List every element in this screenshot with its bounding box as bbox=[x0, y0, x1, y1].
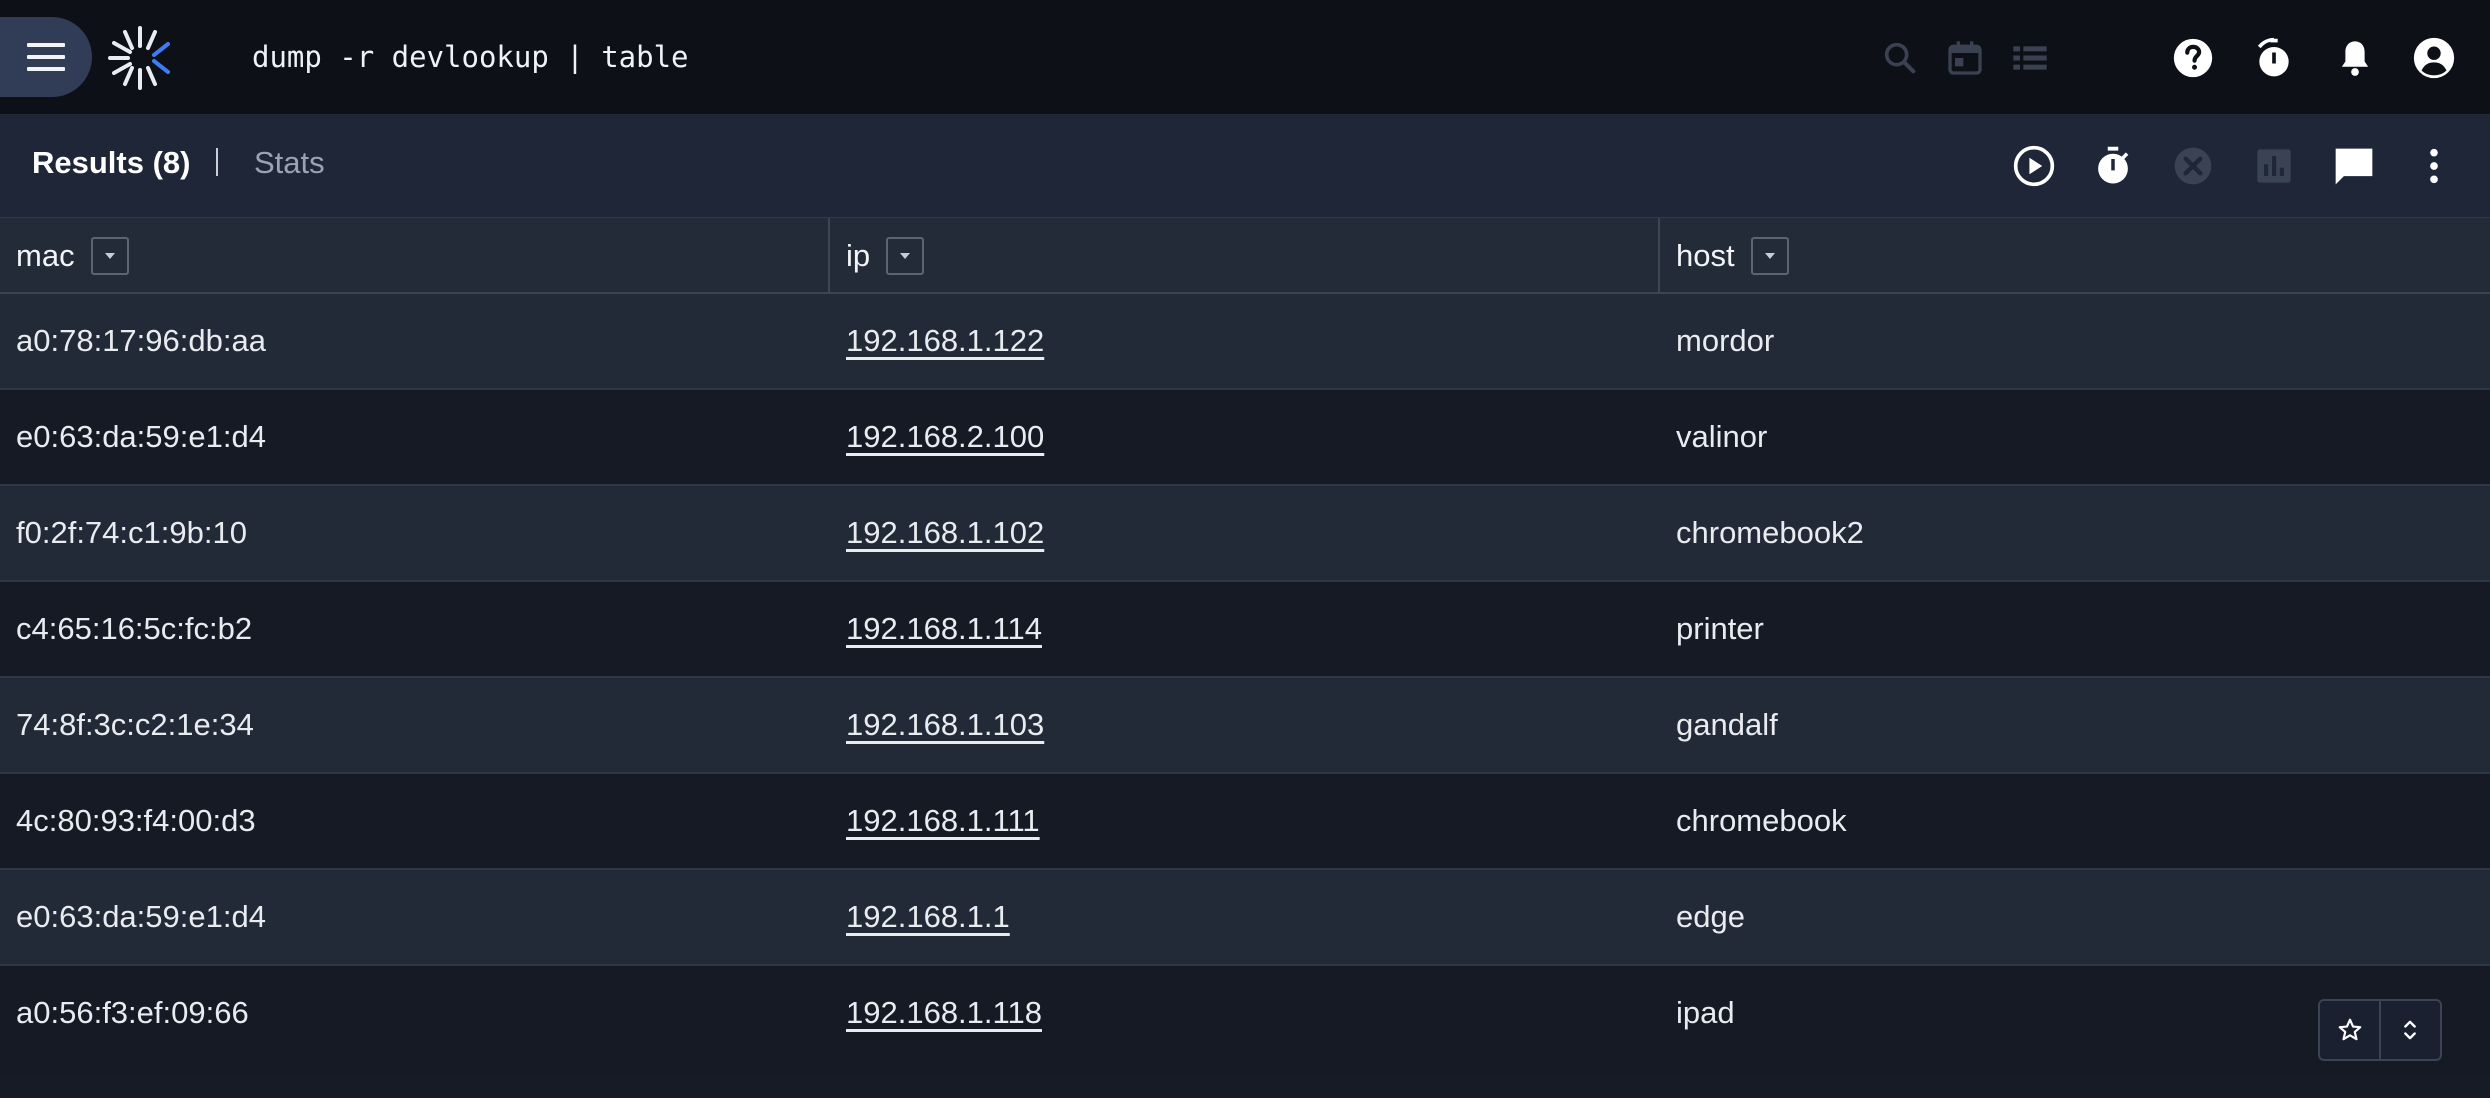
cancel-button[interactable] bbox=[2163, 136, 2223, 196]
mac-cell: a0:78:17:96:db:aa bbox=[16, 323, 266, 358]
run-button[interactable] bbox=[2004, 136, 2064, 196]
ip-link[interactable]: 192.168.1.122 bbox=[846, 323, 1044, 359]
mac-cell: a0:56:f3:ef:09:66 bbox=[16, 995, 249, 1030]
table-row[interactable]: a0:56:f3:ef:09:66 192.168.1.118 ipad bbox=[0, 966, 2490, 1076]
chart-button[interactable] bbox=[2244, 136, 2304, 196]
top-bar: dump -r devlookup | table bbox=[0, 0, 2490, 115]
caret-down-icon bbox=[900, 252, 911, 259]
tab-separator bbox=[215, 140, 218, 178]
ip-link[interactable]: 192.168.1.102 bbox=[846, 515, 1044, 551]
calendar-icon bbox=[1948, 41, 1982, 75]
column-label: mac bbox=[16, 237, 75, 273]
query-text[interactable]: dump -r devlookup | table bbox=[252, 40, 689, 74]
account-button[interactable] bbox=[2404, 28, 2464, 88]
table-row[interactable]: e0:63:da:59:e1:d4 192.168.1.1 edge bbox=[0, 870, 2490, 966]
ip-link[interactable]: 192.168.1.103 bbox=[846, 707, 1044, 743]
history-timer-icon bbox=[2257, 37, 2289, 77]
notifications-icon bbox=[2341, 41, 2369, 76]
host-cell: gandalf bbox=[1676, 707, 1778, 742]
comment-button[interactable] bbox=[2324, 136, 2384, 196]
list-view-button[interactable] bbox=[2000, 28, 2060, 88]
mac-cell: 74:8f:3c:c2:1e:34 bbox=[16, 707, 254, 742]
mac-cell: 4c:80:93:f4:00:d3 bbox=[16, 803, 256, 838]
table-body: a0:78:17:96:db:aa 192.168.1.122 mordor e… bbox=[0, 294, 2490, 1076]
column-menu-button[interactable] bbox=[886, 236, 925, 275]
menu-icon bbox=[27, 43, 65, 71]
column-divider[interactable] bbox=[828, 218, 830, 293]
unfold-icon bbox=[2404, 1020, 2417, 1040]
table-row[interactable]: f0:2f:74:c1:9b:10 192.168.1.102 chromebo… bbox=[0, 486, 2490, 582]
host-cell: chromebook bbox=[1676, 803, 1847, 838]
host-cell: ipad bbox=[1676, 995, 1735, 1030]
logo-icon[interactable] bbox=[104, 22, 176, 94]
host-cell: valinor bbox=[1676, 419, 1768, 454]
help-icon bbox=[2173, 38, 2213, 78]
table-header: mac ip host bbox=[0, 217, 2490, 294]
table-row[interactable]: 74:8f:3c:c2:1e:34 192.168.1.103 gandalf bbox=[0, 678, 2490, 774]
mac-cell: e0:63:da:59:e1:d4 bbox=[16, 899, 266, 934]
notifications-button[interactable] bbox=[2325, 28, 2385, 88]
host-cell: chromebook2 bbox=[1676, 515, 1864, 550]
help-button[interactable] bbox=[2163, 28, 2223, 88]
favorite-button[interactable] bbox=[2320, 1001, 2379, 1059]
account-icon bbox=[2413, 37, 2455, 79]
host-cell: printer bbox=[1676, 611, 1764, 646]
tab-stats[interactable]: Stats bbox=[254, 145, 325, 181]
column-header-ip[interactable]: ip bbox=[846, 218, 925, 293]
column-header-host[interactable]: host bbox=[1676, 218, 1789, 293]
table-row[interactable]: e0:63:da:59:e1:d4 192.168.2.100 valinor bbox=[0, 390, 2490, 486]
star-outline-icon bbox=[2338, 1018, 2361, 1041]
list-icon bbox=[2013, 46, 2047, 70]
comment-icon bbox=[2335, 148, 2373, 185]
expand-collapse-button[interactable] bbox=[2381, 1001, 2440, 1059]
calendar-button[interactable] bbox=[1935, 28, 1995, 88]
floating-action-group bbox=[2318, 999, 2442, 1061]
column-label: ip bbox=[846, 237, 871, 273]
ip-link[interactable]: 192.168.1.1 bbox=[846, 899, 1010, 935]
more-vert-icon bbox=[2430, 148, 2438, 184]
mac-cell: e0:63:da:59:e1:d4 bbox=[16, 419, 266, 454]
history-timer-button[interactable] bbox=[2244, 28, 2304, 88]
more-options-button[interactable] bbox=[2404, 136, 2464, 196]
caret-down-icon bbox=[1764, 252, 1775, 259]
column-menu-button[interactable] bbox=[1750, 236, 1789, 275]
play-icon bbox=[2013, 145, 2055, 187]
table-row[interactable]: a0:78:17:96:db:aa 192.168.1.122 mordor bbox=[0, 294, 2490, 390]
search-button[interactable] bbox=[1870, 28, 1930, 88]
ip-link[interactable]: 192.168.1.118 bbox=[846, 995, 1042, 1031]
search-icon bbox=[1884, 42, 1916, 74]
column-header-mac[interactable]: mac bbox=[16, 218, 129, 293]
ip-link[interactable]: 192.168.1.114 bbox=[846, 611, 1042, 647]
menu-button[interactable] bbox=[0, 17, 92, 97]
column-menu-button[interactable] bbox=[90, 236, 129, 275]
column-divider[interactable] bbox=[1658, 218, 1660, 293]
host-cell: mordor bbox=[1676, 323, 1775, 358]
stopwatch-icon bbox=[2098, 146, 2129, 184]
caret-down-icon bbox=[104, 252, 115, 259]
ip-link[interactable]: 192.168.1.111 bbox=[846, 803, 1040, 839]
mac-cell: f0:2f:74:c1:9b:10 bbox=[16, 515, 247, 550]
tab-results[interactable]: Results (8) bbox=[32, 145, 190, 181]
ip-link[interactable]: 192.168.2.100 bbox=[846, 419, 1044, 455]
table-row[interactable]: c4:65:16:5c:fc:b2 192.168.1.114 printer bbox=[0, 582, 2490, 678]
column-label: host bbox=[1676, 237, 1735, 273]
chart-icon bbox=[2257, 149, 2291, 183]
mac-cell: c4:65:16:5c:fc:b2 bbox=[16, 611, 253, 646]
host-cell: edge bbox=[1676, 899, 1745, 934]
table-row[interactable]: 4c:80:93:f4:00:d3 192.168.1.111 chromebo… bbox=[0, 774, 2490, 870]
cancel-icon bbox=[2174, 147, 2212, 185]
timer-button[interactable] bbox=[2083, 136, 2143, 196]
